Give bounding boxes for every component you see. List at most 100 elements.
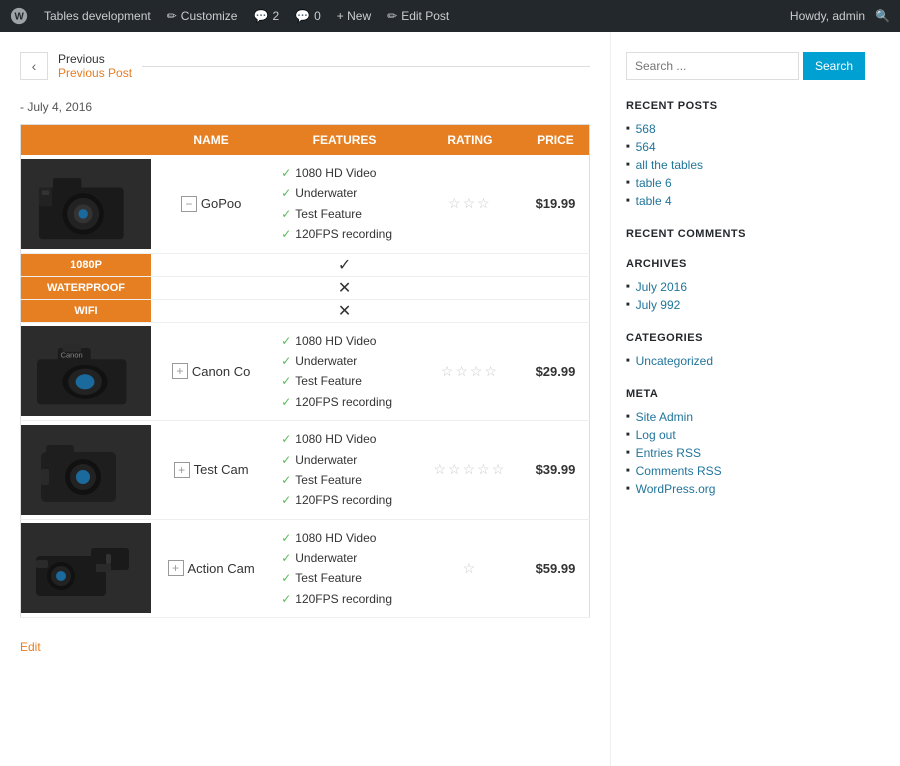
product-rating-gopoo: ☆☆☆ [418,155,522,253]
col-header-image [21,125,152,156]
check-icon: ✓ [281,490,291,510]
check-icon: ✓ [281,548,291,568]
bubble-icon: 💬 [253,9,268,23]
comparison-table: NAME FEATURES RATING PRICE [20,124,590,618]
list-item: table 6 [626,174,845,192]
product-features-gopoo: ✓ 1080 HD Video ✓ Underwater ✓ Test Feat… [271,155,418,253]
archive-link[interactable]: July 992 [636,298,681,312]
categories-title: CATEGORIES [626,332,845,344]
post-date: - July 4, 2016 [20,100,590,114]
archives-list: July 2016 July 992 [626,278,845,314]
star-rating-actioncam: ☆ [463,560,478,576]
comments-bubble-link[interactable]: 💬 0 [295,9,321,23]
recent-post-link[interactable]: 564 [636,140,656,154]
col-header-rating: RATING [418,125,522,156]
expand-value-1080p: ✓ [271,253,418,276]
check-icon: ✓ [281,163,291,183]
expand-label-wifi[interactable]: WIFI [21,300,151,322]
wp-logo-link[interactable]: W [10,7,28,25]
nav-back-arrow[interactable]: ‹ [20,52,48,80]
check-icon: ✓ [281,331,291,351]
table-row: + Action Cam ✓ 1080 HD Video ✓ Underwate… [21,519,590,618]
product-name-actioncam: + Action Cam [151,519,271,618]
search-icon-link[interactable]: 🔍 [875,9,890,23]
expand-canonco-button[interactable]: + [172,363,188,379]
edit-icon: ✏ [387,9,397,23]
list-item: 564 [626,138,845,156]
check-icon: ✓ [281,371,291,391]
product-rating-actioncam: ☆ [418,519,522,618]
list-item: July 2016 [626,278,845,296]
check-icon: ✓ [281,183,291,203]
table-row: − GoPoo ✓ 1080 HD Video ✓ Underwater ✓ T… [21,155,590,253]
page-wrapper: ‹ Previous Previous Post - July 4, 2016 … [0,32,900,766]
recent-post-link[interactable]: table 4 [636,194,672,208]
admin-bar: W Tables development ✏ Customize 💬 2 💬 0… [0,0,900,32]
product-name-testcam: + Test Cam [151,421,271,520]
recent-post-link[interactable]: all the tables [636,158,703,172]
sidebar-categories: CATEGORIES Uncategorized [626,332,845,370]
howdy-link[interactable]: Howdy, admin [790,9,865,23]
collapse-gopoo-button[interactable]: − [181,196,197,212]
product-price-canonco: $29.99 [522,322,590,421]
list-item: July 992 [626,296,845,314]
check-icon: ✓ [281,204,291,224]
product-name-gopoo: − GoPoo [151,155,271,253]
recent-post-link[interactable]: table 6 [636,176,672,190]
meta-link-comments-rss[interactable]: Comments RSS [636,464,722,478]
archives-title: ARCHIVES [626,258,845,270]
product-image-canonco: Canon [21,326,151,416]
nav-previous-post[interactable]: Previous Post [58,66,132,80]
check-icon: ✓ [281,429,291,449]
list-item: 568 [626,120,845,138]
recent-posts-list: 568 564 all the tables table 6 table 4 [626,120,845,210]
category-link[interactable]: Uncategorized [636,354,713,368]
admin-bar-right: Howdy, admin 🔍 [790,9,890,23]
expand-testcam-button[interactable]: + [174,462,190,478]
expand-value-waterproof: ✕ [271,276,418,299]
meta-title: META [626,388,845,400]
list-item: Site Admin [626,408,845,426]
meta-link-entries-rss[interactable]: Entries RSS [636,446,701,460]
camera-compact-svg [31,427,141,512]
list-item: Log out [626,426,845,444]
meta-link-wordpress-org[interactable]: WordPress.org [636,482,716,496]
sidebar: Search RECENT POSTS 568 564 all the tabl… [610,32,860,766]
comment-icon: 💬 [295,9,310,23]
meta-link-site-admin[interactable]: Site Admin [636,410,693,424]
product-image-gopoo [21,159,151,249]
list-item: all the tables [626,156,845,174]
check-icon: ✓ [281,589,291,609]
table-row: + Test Cam ✓ 1080 HD Video ✓ Underwater … [21,421,590,520]
recent-post-link[interactable]: 568 [636,122,656,136]
table-header-row: NAME FEATURES RATING PRICE [21,125,590,156]
site-name-link[interactable]: Tables development [44,9,151,23]
check-icon: ✓ [281,528,291,548]
check-icon: ✓ [281,470,291,490]
expand-label-waterproof[interactable]: WATERPROOF [21,277,151,299]
product-price-gopoo: $19.99 [522,155,590,253]
search-button[interactable]: Search [803,52,865,80]
list-item: Comments RSS [626,462,845,480]
list-item: WordPress.org [626,480,845,498]
archive-link[interactable]: July 2016 [636,280,687,294]
edit-link[interactable]: Edit [20,640,41,654]
nav-prev: Previous Previous Post [58,52,132,80]
product-name-canonco: + Canon Co [151,322,271,421]
check-icon: ✓ [281,392,291,412]
comments-link[interactable]: 💬 2 [253,9,279,23]
product-image-actioncam [21,523,151,613]
meta-link-log-out[interactable]: Log out [636,428,676,442]
expand-actioncam-button[interactable]: + [168,560,184,576]
check-icon: ✓ [281,568,291,588]
edit-post-link[interactable]: ✏ Edit Post [387,9,449,23]
product-image-testcam [21,425,151,515]
customize-link[interactable]: ✏ Customize [167,9,238,23]
check-icon: ✓ [281,351,291,371]
new-post-link[interactable]: + New [337,9,371,23]
expand-label-1080p[interactable]: 1080P [21,254,151,276]
check-icon: ✓ [281,224,291,244]
star-rating-canonco: ☆☆☆☆ [441,363,499,379]
table-row: Canon + Canon Co ✓ 1080 HD Video ✓ Under… [21,322,590,421]
search-input[interactable] [626,52,799,80]
